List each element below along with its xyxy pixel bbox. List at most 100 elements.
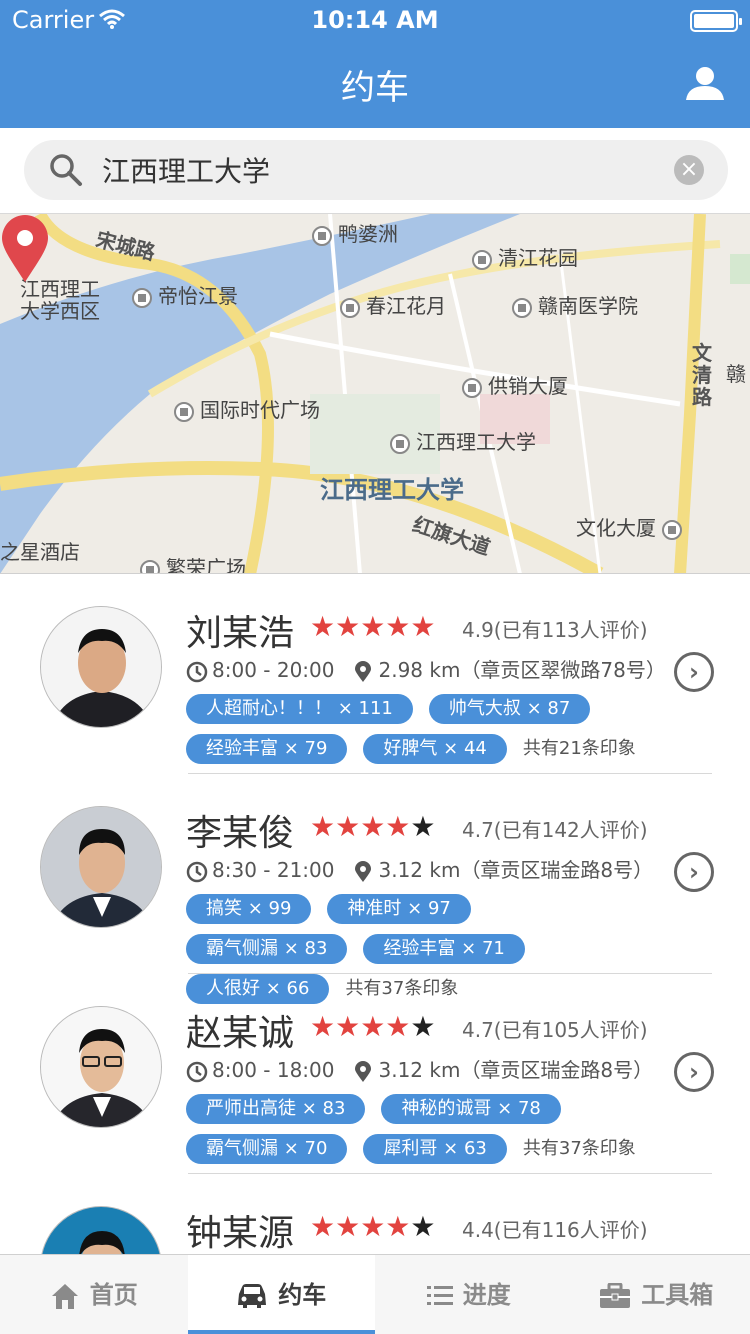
distance-text: 2.98 km（章贡区翠微路78号） [378,658,666,682]
poi-icon [340,297,360,318]
poi-icon [132,287,152,308]
hours-text: 8:00 - 18:00 [212,1058,335,1082]
map-place-label: 清江花园 [472,242,578,271]
impression-tag: 神准时 × 97 [327,894,471,924]
chevron-right-icon[interactable]: › [674,1052,714,1092]
impression-tag: 霸气侧漏 × 70 [186,1134,348,1164]
impression-count: 共有37条印象 [522,1138,636,1159]
hours-text: 8:00 - 20:00 [212,658,335,682]
map-place-label: 春江花月 [340,290,446,319]
impression-tag: 好脾气 × 44 [363,734,507,764]
chevron-right-icon[interactable]: › [674,852,714,892]
map-place-label: 之星酒店 [0,540,80,564]
driver-card[interactable]: 钟某源 ★★★★★ 4.4(已有116人评价) [0,1174,750,1254]
star-rating: ★★★★★ [310,610,436,643]
clear-search-icon[interactable]: × [674,155,704,185]
star-rating: ★★★★★ [310,1010,436,1043]
clock-icon [186,661,208,682]
avatar-image [41,607,161,727]
driver-meta: 8:30 - 21:00 3.12 km（章贡区瑞金路8号） [186,854,653,883]
tab-label: 约车 [278,1281,327,1309]
map-place-label: 赣 [726,362,746,386]
map-place-label: 江西理工大学西区 [20,277,100,323]
tab-home[interactable]: 首页 [0,1255,188,1334]
poi-icon [312,225,332,246]
avatar [40,1006,162,1128]
location-icon [355,660,372,682]
rating-text: 4.9(已有113人评价) [462,618,648,642]
poi-icon [662,519,683,540]
search-input[interactable] [102,148,662,192]
road-label-wenqing: 文清路 [692,341,712,409]
distance-text: 3.12 km（章贡区瑞金路8号） [378,858,654,882]
search-bar: × [24,140,728,200]
app-root: Carrier 10:14 AM 约车 × [0,0,750,1334]
map-place-label: 赣南医学院 [512,290,638,319]
avatar [40,606,162,728]
distance-text: 3.12 km（章贡区瑞金路8号） [378,1058,654,1082]
impression-tag: 经验丰富 × 79 [186,734,348,764]
impression-tag: 霸气侧漏 × 83 [186,934,348,964]
home-icon [51,1284,78,1309]
poi-icon [174,401,194,422]
driver-list: 刘某浩 ★★★★★ 4.9(已有113人评价) 8:00 - 20:00 2.98… [0,574,750,1254]
driver-card[interactable]: 刘某浩 ★★★★★ 4.9(已有113人评价) 8:00 - 20:00 2.98… [0,574,750,774]
map-place-label: 文化大厦 [576,512,688,541]
chevron-right-icon[interactable]: › [674,652,714,692]
avatar [40,806,162,928]
search-bar-container: × [0,128,750,214]
impression-tag: 搞笑 × 99 [186,894,312,924]
hours-text: 8:30 - 21:00 [212,858,335,882]
poi-icon [390,433,410,454]
location-pin-icon[interactable] [0,214,50,284]
impression-tag: 人超耐心！！！ × 111 [186,694,413,724]
map-place-label: 帝怡江景 [132,280,238,309]
list-icon [426,1286,453,1305]
tag-list: 严师出高徒 × 83 神秘的诚哥 × 78 霸气侧漏 × 70 犀利哥 × 63 共有3… [186,1094,656,1174]
map-view[interactable]: 宋城路 文清路 红旗大道 鸭婆洲 清江花园 江西理工大学西区 帝怡江景 春江花月… [0,214,750,574]
map-place-label: 国际时代广场 [174,394,320,423]
tab-progress[interactable]: 进度 [375,1255,563,1334]
driver-name: 赵某诚 [186,1013,295,1054]
impression-count: 共有21条印象 [522,738,636,759]
tab-label: 首页 [89,1281,138,1309]
battery-icon [690,10,742,32]
toolbox-icon [600,1283,631,1308]
impression-tag: 经验丰富 × 71 [363,934,525,964]
map-place-label: 江西理工大学 [390,426,536,455]
page-title: 约车 [341,68,409,108]
tab-label: 工具箱 [641,1281,714,1309]
user-profile-icon[interactable] [684,66,726,102]
impression-tag: 帅气大叔 × 87 [428,694,591,724]
tab-book-car[interactable]: 约车 [187,1255,375,1334]
avatar-image [41,1207,161,1254]
avatar-image [41,807,161,927]
driver-card[interactable]: 赵某诚 ★★★★★ 4.7(已有105人评价) 8:00 - 18:00 3.12… [0,974,750,1174]
driver-name: 刘某浩 [186,613,295,654]
map-highlight-label: 江西理工大学 [320,476,464,504]
impression-tag: 严师出高徒 × 83 [186,1094,366,1124]
driver-meta: 8:00 - 18:00 3.12 km（章贡区瑞金路8号） [186,1054,653,1083]
driver-card[interactable]: 李某俊 ★★★★★ 4.7(已有142人评价) 8:30 - 21:00 3.12… [0,774,750,1004]
map-place-label: 繁荣广场 [140,552,246,573]
driver-name: 李某俊 [186,813,295,854]
clock-icon [186,1061,208,1082]
tab-toolbox[interactable]: 工具箱 [563,1255,750,1334]
header: Carrier 10:14 AM 约车 [0,0,750,128]
map-place-label: 鸭婆洲 [312,218,398,247]
clock-icon [186,861,208,882]
driver-name: 钟某源 [186,1213,295,1254]
avatar [40,1206,162,1254]
tab-label: 进度 [462,1281,511,1309]
avatar-image [41,1007,161,1127]
rating-text: 4.7(已有142人评价) [462,818,648,842]
search-icon [50,154,82,186]
rating-text: 4.7(已有105人评价) [462,1018,648,1042]
star-rating: ★★★★★ [310,810,436,843]
tab-bar: 首页 约车 进度 工具箱 [0,1254,750,1334]
status-time: 10:14 AM [311,6,439,34]
poi-icon [472,249,492,270]
location-icon [355,860,372,882]
poi-icon [462,377,482,398]
poi-icon [512,297,532,318]
